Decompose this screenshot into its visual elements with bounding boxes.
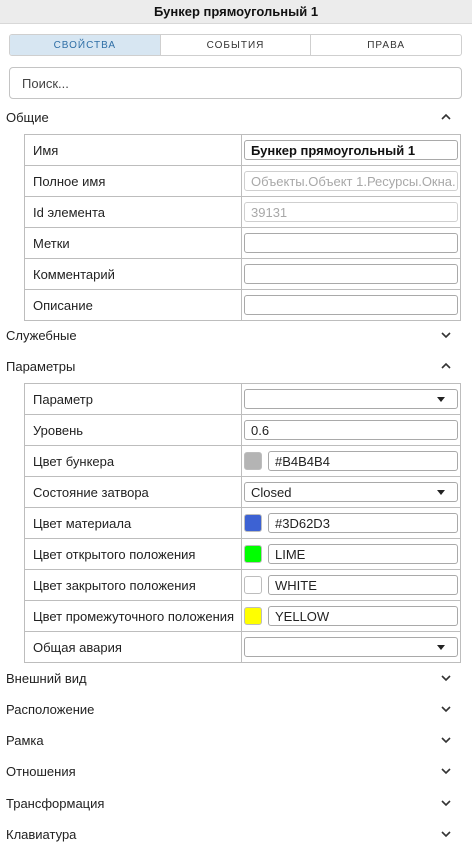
material-color-field[interactable]: #3D62D3: [268, 513, 458, 533]
prop-row-description: Описание: [25, 290, 461, 321]
open-color-field[interactable]: LIME: [268, 544, 458, 564]
chevron-up-icon[interactable]: [440, 111, 452, 123]
tab-properties[interactable]: СВОЙСТВА: [10, 35, 160, 55]
parameter-select[interactable]: [244, 389, 458, 409]
comment-field[interactable]: [244, 264, 458, 284]
chevron-up-icon[interactable]: [440, 360, 452, 372]
prop-row-material-color: Цвет материала #3D62D3: [25, 508, 461, 539]
tags-field[interactable]: [244, 233, 458, 253]
bunker-color-field[interactable]: #B4B4B4: [268, 451, 458, 471]
dropdown-caret-icon: [437, 489, 445, 495]
prop-label: Цвет бункера: [25, 446, 242, 476]
level-field[interactable]: 0.6: [244, 420, 458, 440]
section-transform-title: Трансформация: [6, 795, 105, 811]
prop-label: Id элемента: [25, 197, 242, 227]
dropdown-caret-icon: [437, 396, 445, 402]
element-id-field: 39131: [244, 202, 458, 222]
chevron-down-icon[interactable]: [440, 734, 452, 746]
prop-row-closed-color: Цвет закрытого положения WHITE: [25, 570, 461, 601]
section-service-title: Служебные: [6, 327, 77, 343]
window-title: Бункер прямоугольный 1: [0, 0, 472, 24]
description-field[interactable]: [244, 295, 458, 315]
chevron-down-icon[interactable]: [440, 828, 452, 840]
name-field[interactable]: Бункер прямоугольный 1: [244, 140, 458, 160]
gate-state-select[interactable]: Closed: [244, 482, 458, 502]
chevron-down-icon[interactable]: [440, 703, 452, 715]
params-properties-grid: Параметр Уровень 0.6 Цвет бункера #B4B4B…: [24, 383, 461, 663]
section-transform-header[interactable]: Трансформация: [0, 792, 472, 814]
prop-label: Цвет закрытого положения: [25, 570, 242, 600]
dropdown-caret-icon: [437, 644, 445, 650]
section-appearance-title: Внешний вид: [6, 670, 87, 686]
color-swatch[interactable]: [244, 607, 262, 625]
select-value: Closed: [251, 484, 292, 500]
prop-label: Комментарий: [25, 259, 242, 289]
mid-color-field[interactable]: YELLOW: [268, 606, 458, 626]
prop-row-full-name: Полное имя Объекты.Объект 1.Ресурсы.Окна…: [25, 166, 461, 197]
tab-rights[interactable]: ПРАВА: [310, 35, 461, 55]
prop-row-bunker-color: Цвет бункера #B4B4B4: [25, 446, 461, 477]
prop-row-level: Уровень 0.6: [25, 415, 461, 446]
general-properties-grid: Имя Бункер прямоугольный 1 Полное имя Об…: [24, 134, 461, 321]
color-swatch[interactable]: [244, 576, 262, 594]
chevron-down-icon[interactable]: [440, 329, 452, 341]
search-input[interactable]: [9, 67, 462, 99]
section-relations-header[interactable]: Отношения: [0, 760, 472, 782]
prop-label: Цвет материала: [25, 508, 242, 538]
chevron-down-icon[interactable]: [440, 672, 452, 684]
prop-label: Описание: [25, 290, 242, 320]
full-name-field: Объекты.Объект 1.Ресурсы.Окна.: [244, 171, 458, 191]
tab-bar: СВОЙСТВА СОБЫТИЯ ПРАВА: [9, 34, 462, 56]
section-params-header[interactable]: Параметры: [0, 355, 472, 377]
prop-label: Параметр: [25, 384, 242, 414]
prop-label: Полное имя: [25, 166, 242, 196]
chevron-down-icon[interactable]: [440, 797, 452, 809]
section-appearance-header[interactable]: Внешний вид: [0, 667, 472, 689]
prop-row-mid-color: Цвет промежуточного положения YELLOW: [25, 601, 461, 632]
prop-row-comment: Комментарий: [25, 259, 461, 290]
prop-label: Состояние затвора: [25, 477, 242, 507]
prop-row-parameter: Параметр: [25, 384, 461, 415]
prop-row-open-color: Цвет открытого положения LIME: [25, 539, 461, 570]
alarm-select[interactable]: [244, 637, 458, 657]
section-frame-header[interactable]: Рамка: [0, 729, 472, 751]
section-location-header[interactable]: Расположение: [0, 698, 472, 720]
prop-row-alarm: Общая авария: [25, 632, 461, 663]
prop-label: Метки: [25, 228, 242, 258]
prop-row-tags: Метки: [25, 228, 461, 259]
section-general-header[interactable]: Общие: [0, 106, 472, 128]
section-params-title: Параметры: [6, 358, 76, 374]
prop-label: Уровень: [25, 415, 242, 445]
prop-row-gate-state: Состояние затвора Closed: [25, 477, 461, 508]
section-keyboard-title: Клавиатура: [6, 826, 77, 842]
section-service-header[interactable]: Служебные: [0, 324, 472, 346]
section-general-title: Общие: [6, 109, 49, 125]
color-swatch[interactable]: [244, 514, 262, 532]
prop-label: Цвет открытого положения: [25, 539, 242, 569]
section-relations-title: Отношения: [6, 763, 76, 779]
chevron-down-icon[interactable]: [440, 765, 452, 777]
prop-row-name: Имя Бункер прямоугольный 1: [25, 135, 461, 166]
color-swatch[interactable]: [244, 545, 262, 563]
tab-events[interactable]: СОБЫТИЯ: [159, 35, 311, 55]
prop-label: Общая авария: [25, 632, 242, 662]
closed-color-field[interactable]: WHITE: [268, 575, 458, 595]
section-frame-title: Рамка: [6, 732, 44, 748]
section-keyboard-header[interactable]: Клавиатура: [0, 823, 472, 845]
section-location-title: Расположение: [6, 701, 95, 717]
prop-row-element-id: Id элемента 39131: [25, 197, 461, 228]
prop-label: Имя: [25, 135, 242, 165]
prop-label: Цвет промежуточного положения: [25, 601, 242, 631]
color-swatch[interactable]: [244, 452, 262, 470]
